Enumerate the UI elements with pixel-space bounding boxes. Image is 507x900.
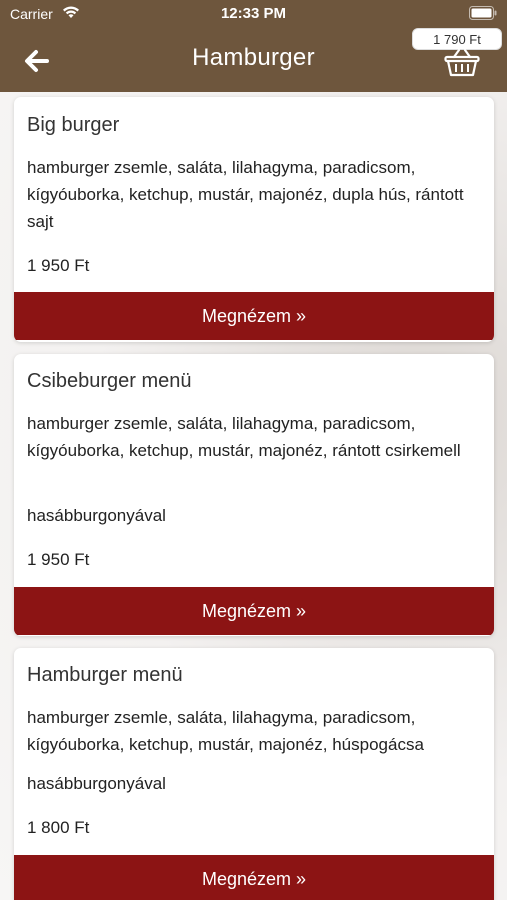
status-bar: Carrier 12:33 PM xyxy=(0,0,507,28)
product-name: Big burger xyxy=(27,114,120,136)
view-product-button[interactable]: Megnézem » xyxy=(14,292,494,340)
status-time: 12:33 PM xyxy=(220,5,287,22)
product-price: 1 950 Ft xyxy=(27,256,90,275)
battery-icon xyxy=(469,6,497,20)
product-price: 1 950 Ft xyxy=(27,550,90,569)
product-side-dish: hasábburgonyával xyxy=(27,506,166,525)
product-description: hamburger zsemle, saláta, lilahagyma, pa… xyxy=(27,414,461,460)
product-description: hamburger zsemle, saláta, lilahagyma, pa… xyxy=(27,708,424,754)
product-name: Csibeburger menü xyxy=(27,370,192,392)
view-product-button[interactable]: Megnézem » xyxy=(14,855,494,900)
view-product-button[interactable]: Megnézem » xyxy=(14,587,494,635)
product-card: Hamburger menü hamburger zsemle, saláta,… xyxy=(14,648,494,900)
product-name: Hamburger menü xyxy=(27,664,183,686)
product-description: hamburger zsemle, saláta, lilahagyma, pa… xyxy=(27,158,464,231)
product-card: Csibeburger menü hamburger zsemle, salát… xyxy=(14,354,494,636)
cart-total-badge: 1 790 Ft xyxy=(412,28,502,50)
app-header: Carrier 12:33 PM Hamburger 1 790 Ft xyxy=(0,0,507,92)
product-price: 1 800 Ft xyxy=(27,818,90,837)
basket-icon[interactable] xyxy=(444,48,480,78)
product-side-dish: hasábburgonyával xyxy=(27,774,166,793)
product-card: Big burger hamburger zsemle, saláta, lil… xyxy=(14,97,494,342)
